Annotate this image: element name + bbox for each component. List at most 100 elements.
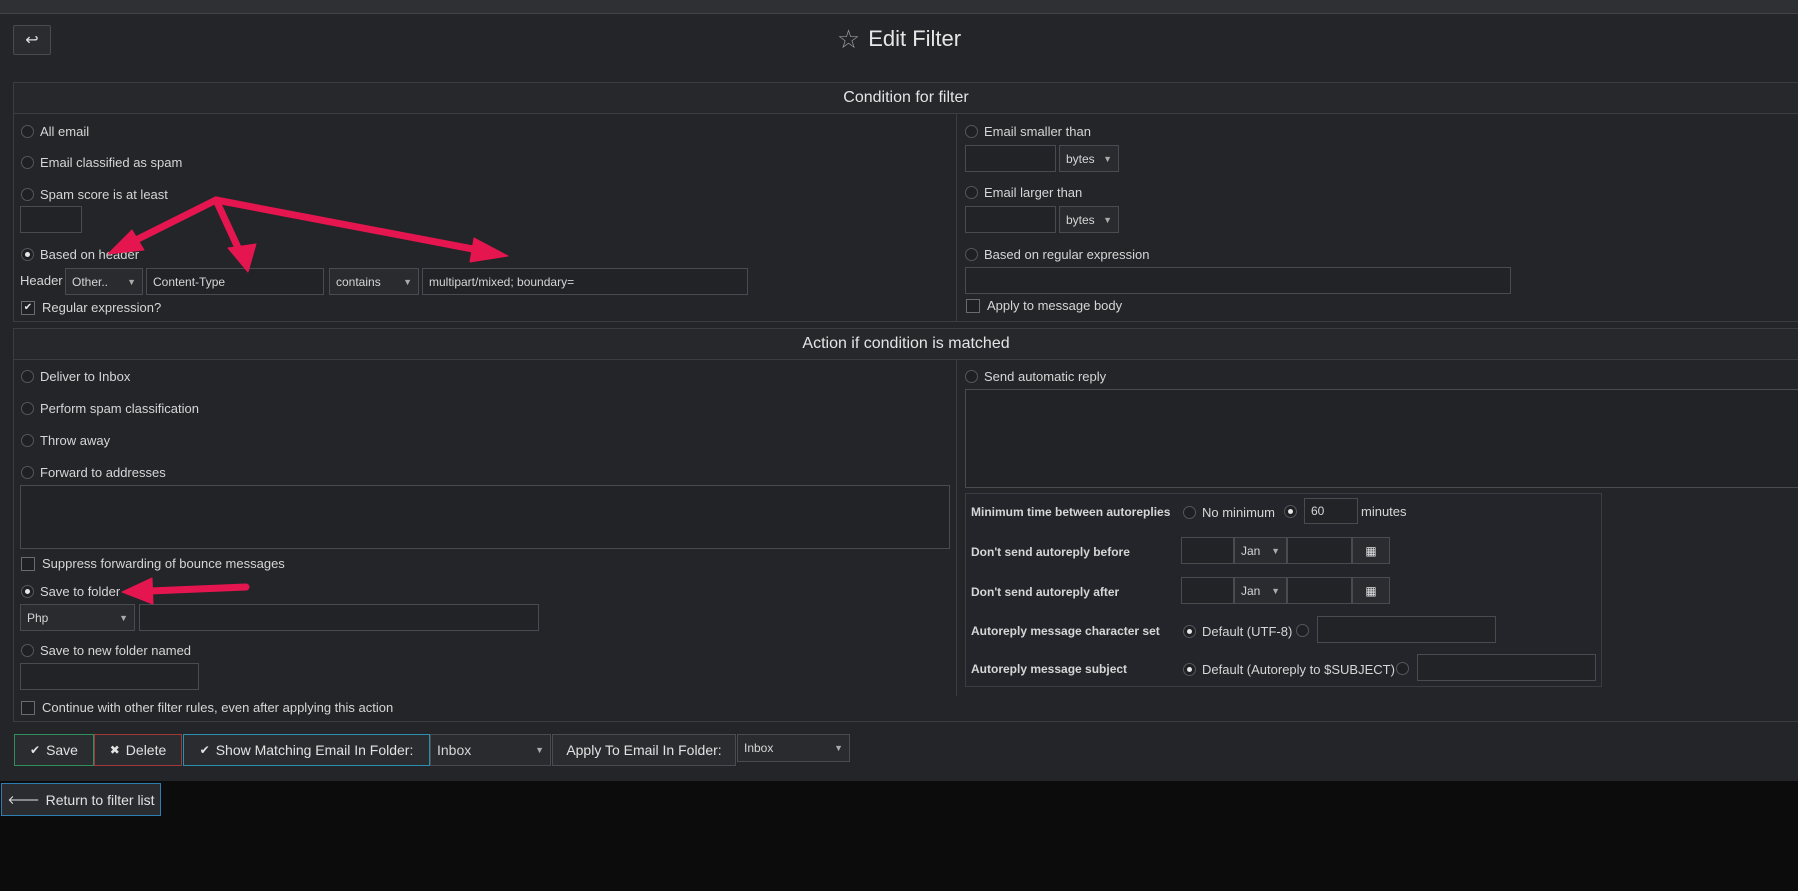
spam-score-radio[interactable] xyxy=(21,188,34,201)
spam-score-input[interactable] xyxy=(20,206,82,233)
option-spam[interactable]: Email classified as spam xyxy=(21,155,182,170)
email-larger-radio[interactable] xyxy=(965,186,978,199)
chevron-down-icon: ▼ xyxy=(535,745,544,755)
subject-custom-option[interactable] xyxy=(1396,662,1409,678)
option-spam-score[interactable]: Spam score is at least xyxy=(21,187,168,202)
show-matching-button[interactable]: ✔ Show Matching Email In Folder: xyxy=(183,734,430,766)
smaller-size-input[interactable] xyxy=(965,145,1056,172)
option-spam-classification[interactable]: Perform spam classification xyxy=(21,401,199,416)
not-before-label: Don't send autoreply before xyxy=(971,545,1130,559)
charset-custom-option[interactable] xyxy=(1296,624,1309,640)
not-after-calendar-button[interactable]: ▦ xyxy=(1352,577,1390,604)
auto-reply-textarea[interactable] xyxy=(965,389,1798,488)
charset-input[interactable] xyxy=(1317,616,1496,643)
not-after-day-input[interactable] xyxy=(1181,577,1234,604)
header-name-input[interactable]: Content-Type xyxy=(146,268,324,295)
not-after-label: Don't send autoreply after xyxy=(971,585,1120,599)
larger-size-input[interactable] xyxy=(965,206,1056,233)
action-left-border xyxy=(13,359,14,721)
calendar-icon: ▦ xyxy=(1365,583,1377,598)
subject-label: Autoreply message subject xyxy=(971,662,1128,676)
regex-checkbox[interactable]: ✔ xyxy=(21,300,35,315)
subject-default-radio[interactable] xyxy=(1183,663,1196,676)
chevron-down-icon: ▼ xyxy=(1271,545,1280,556)
email-smaller-radio[interactable] xyxy=(965,125,978,138)
suppress-bounce-option[interactable]: Suppress forwarding of bounce messages xyxy=(21,556,285,571)
option-all-email[interactable]: All email xyxy=(21,124,89,139)
chevron-down-icon: ▼ xyxy=(119,612,128,623)
header-label: Header xyxy=(20,273,63,288)
not-before-day-input[interactable] xyxy=(1181,537,1234,564)
folder-select[interactable]: Php ▼ xyxy=(20,604,135,631)
charset-default-radio[interactable] xyxy=(1183,625,1196,638)
charset-default-option[interactable]: Default (UTF-8) xyxy=(1183,624,1292,639)
apply-body-option[interactable]: Apply to message body xyxy=(966,298,1122,313)
check-circle-icon: ✔ xyxy=(30,743,41,757)
suppress-bounce-checkbox[interactable] xyxy=(21,556,35,571)
action-divider xyxy=(956,359,957,696)
option-save-new-folder[interactable]: Save to new folder named xyxy=(21,643,191,658)
x-circle-icon: ✖ xyxy=(109,743,120,757)
save-button[interactable]: ✔ Save xyxy=(14,734,94,766)
not-after-year-input[interactable] xyxy=(1287,577,1352,604)
regex-input[interactable] xyxy=(965,267,1511,294)
chevron-down-icon: ▼ xyxy=(834,743,843,753)
no-minimum-option[interactable]: No minimum xyxy=(1183,505,1275,520)
spam-radio[interactable] xyxy=(21,156,34,169)
header-value-input[interactable]: multipart/mixed; boundary= xyxy=(422,268,748,295)
option-forward[interactable]: Forward to addresses xyxy=(21,465,166,480)
subject-input[interactable] xyxy=(1417,654,1596,681)
chevron-down-icon: ▼ xyxy=(403,276,412,287)
option-auto-reply[interactable]: Send automatic reply xyxy=(965,369,1106,384)
return-to-list-button[interactable]: 🡐 Return to filter list xyxy=(1,783,161,816)
save-folder-radio[interactable] xyxy=(21,585,34,598)
option-based-on-regex[interactable]: Based on regular expression xyxy=(965,247,1150,262)
apply-folder-select[interactable]: Inbox ▼ xyxy=(737,734,850,762)
minutes-radio[interactable] xyxy=(1284,505,1297,518)
not-before-year-input[interactable] xyxy=(1287,537,1352,564)
folder-path-input[interactable] xyxy=(139,604,539,631)
option-deliver-inbox[interactable]: Deliver to Inbox xyxy=(21,369,130,384)
continue-rules-option[interactable]: Continue with other filter rules, even a… xyxy=(21,700,393,715)
option-save-folder[interactable]: Save to folder xyxy=(21,584,120,599)
no-minimum-radio[interactable] xyxy=(1183,506,1196,519)
not-after-month-select[interactable]: Jan ▼ xyxy=(1234,577,1287,604)
star-icon[interactable]: ☆ xyxy=(837,26,860,52)
chevron-down-icon: ▼ xyxy=(1103,214,1112,225)
forward-radio[interactable] xyxy=(21,466,34,479)
header-select[interactable]: Other.. ▼ xyxy=(65,268,143,295)
not-before-month-select[interactable]: Jan ▼ xyxy=(1234,537,1287,564)
minutes-input[interactable]: 60 xyxy=(1304,498,1358,524)
based-on-header-radio[interactable] xyxy=(21,248,34,261)
based-on-regex-radio[interactable] xyxy=(965,248,978,261)
new-folder-input[interactable] xyxy=(20,663,199,690)
operator-select[interactable]: contains ▼ xyxy=(329,268,419,295)
minutes-option[interactable] xyxy=(1284,505,1297,521)
save-new-folder-radio[interactable] xyxy=(21,644,34,657)
condition-bottom-border xyxy=(13,321,1798,322)
auto-reply-radio[interactable] xyxy=(965,370,978,383)
larger-unit-select[interactable]: bytes ▼ xyxy=(1059,206,1119,233)
window-top-strip xyxy=(0,0,1798,14)
option-based-on-header[interactable]: Based on header xyxy=(21,247,139,262)
charset-custom-radio[interactable] xyxy=(1296,624,1309,637)
forward-addresses-textarea[interactable] xyxy=(20,485,950,549)
subject-custom-radio[interactable] xyxy=(1396,662,1409,675)
apply-to-folder-button[interactable]: Apply To Email In Folder: xyxy=(552,734,736,766)
deliver-inbox-radio[interactable] xyxy=(21,370,34,383)
subject-default-option[interactable]: Default (Autoreply to $SUBJECT) xyxy=(1183,662,1395,677)
smaller-unit-select[interactable]: bytes ▼ xyxy=(1059,145,1119,172)
not-before-calendar-button[interactable]: ▦ xyxy=(1352,537,1390,564)
continue-rules-checkbox[interactable] xyxy=(21,700,35,715)
apply-body-checkbox[interactable] xyxy=(966,298,980,313)
all-email-radio[interactable] xyxy=(21,125,34,138)
spam-classification-radio[interactable] xyxy=(21,402,34,415)
option-email-larger[interactable]: Email larger than xyxy=(965,185,1082,200)
page-header: ☆ Edit Filter xyxy=(0,22,1798,56)
option-email-smaller[interactable]: Email smaller than xyxy=(965,124,1091,139)
delete-button[interactable]: ✖ Delete xyxy=(94,734,182,766)
regex-option[interactable]: ✔ Regular expression? xyxy=(21,300,161,315)
option-throw-away[interactable]: Throw away xyxy=(21,433,110,448)
show-folder-select[interactable]: Inbox ▼ xyxy=(430,734,551,766)
throw-away-radio[interactable] xyxy=(21,434,34,447)
